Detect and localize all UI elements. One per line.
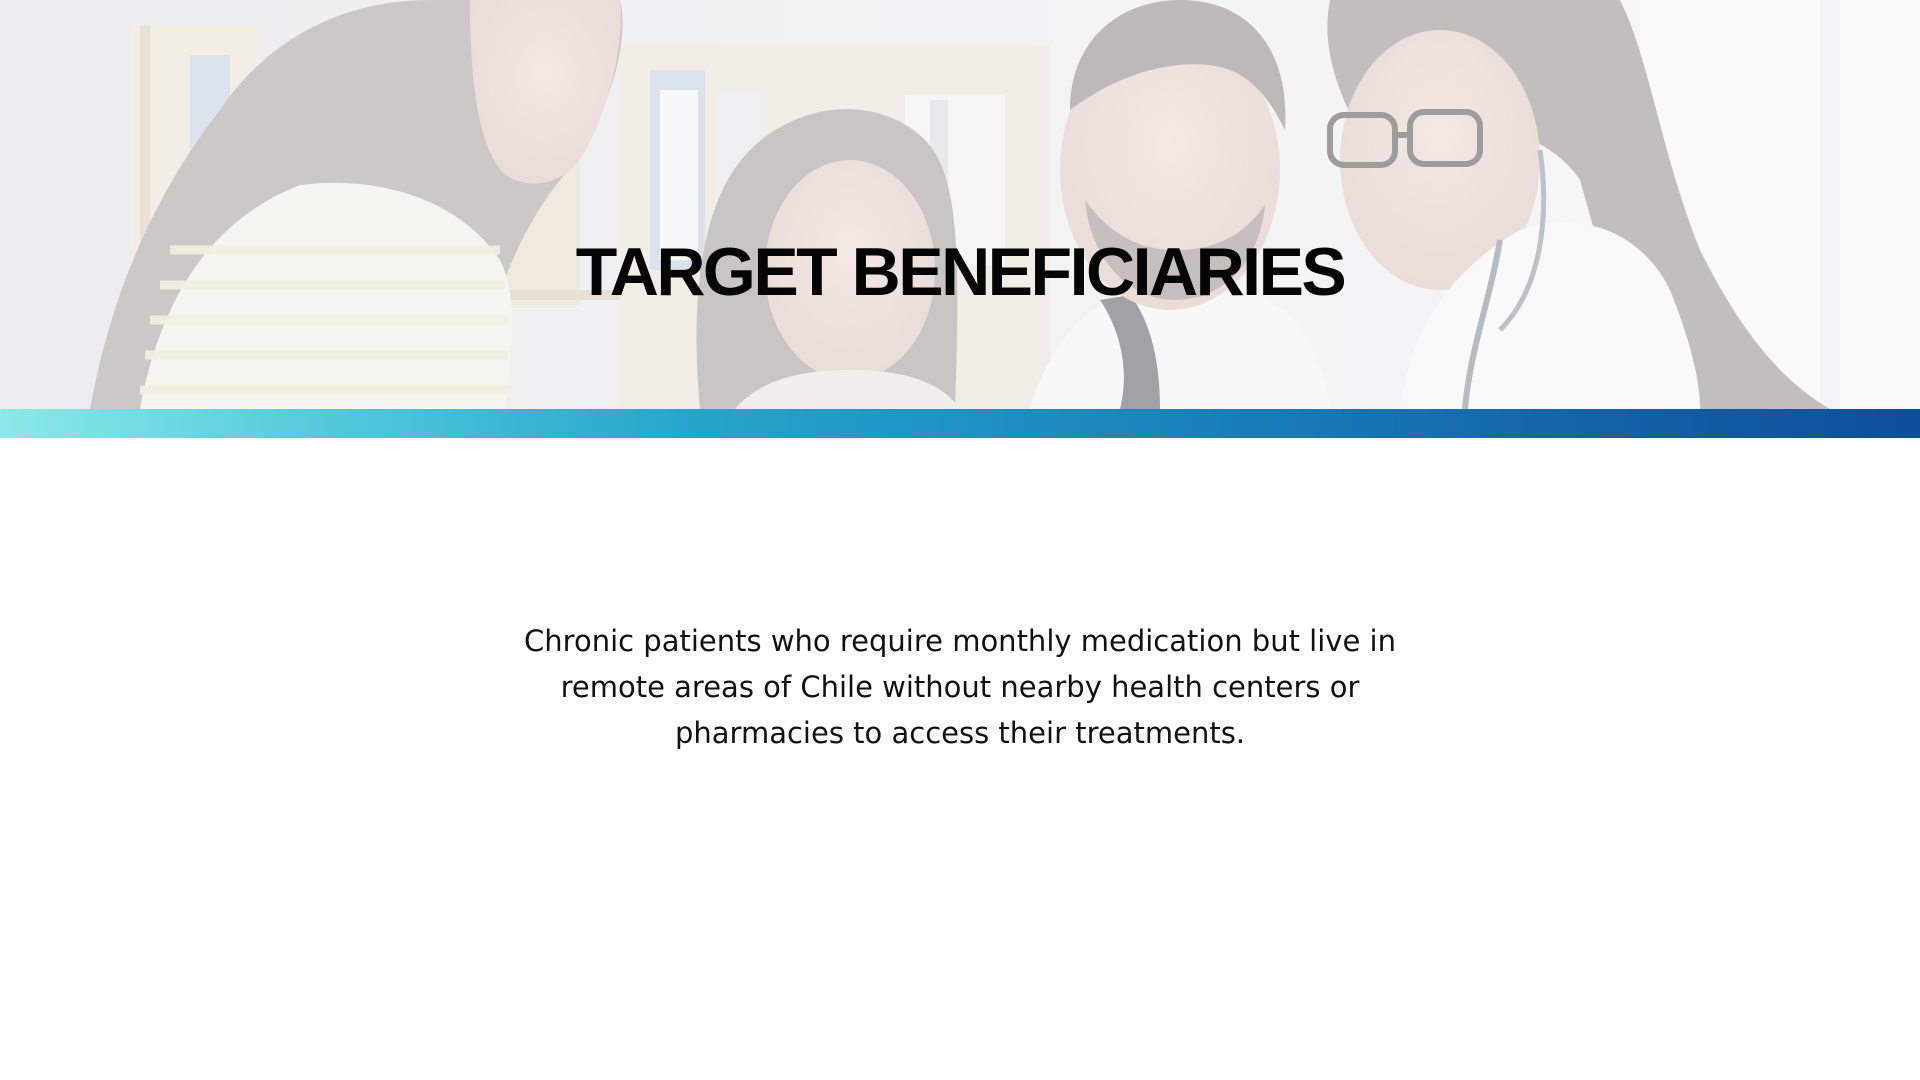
slide-title: TARGET BENEFICIARIES	[575, 234, 1347, 310]
gradient-divider	[0, 409, 1920, 438]
slide-body-text: Chronic patients who require monthly med…	[524, 624, 1396, 750]
family-with-doctor-photo	[0, 0, 1920, 409]
slide: TARGET BENEFICIARIES Chronic patients wh…	[0, 0, 1920, 1080]
hero-banner: TARGET BENEFICIARIES	[0, 0, 1920, 409]
